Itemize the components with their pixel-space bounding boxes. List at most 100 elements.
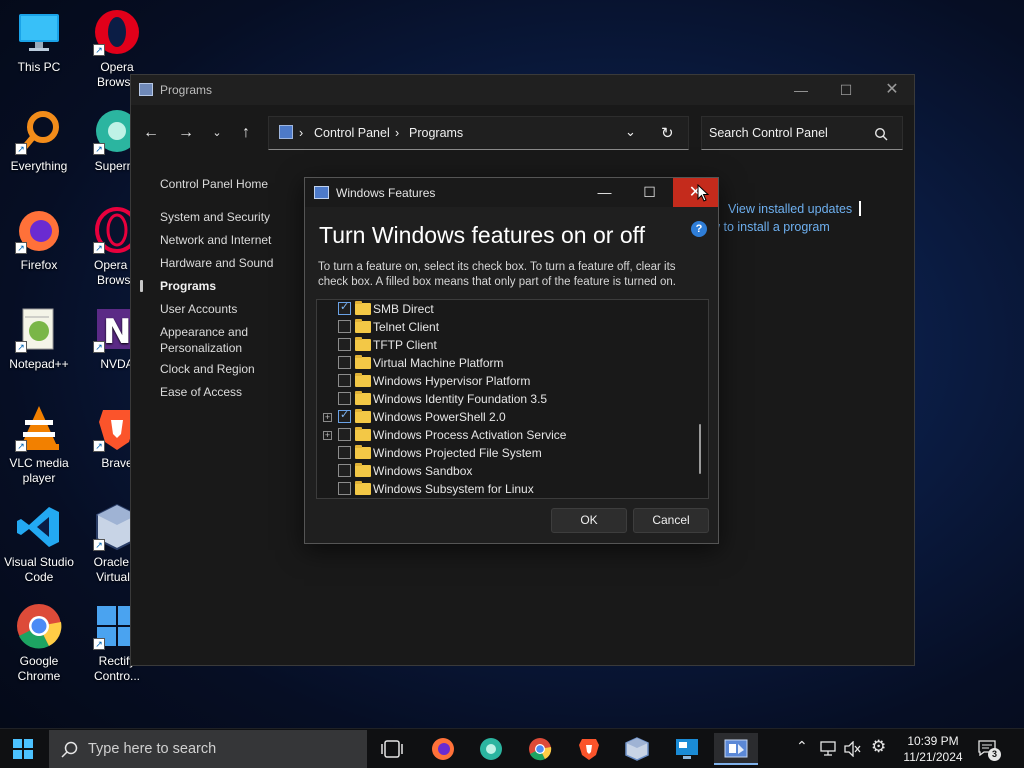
checkbox[interactable] (338, 408, 351, 423)
refresh-icon[interactable]: ↻ (661, 124, 674, 142)
volume-muted-icon[interactable] (844, 741, 862, 757)
dialog-heading: Turn Windows features on or off (319, 222, 645, 248)
ok-button[interactable]: OK (551, 508, 627, 533)
vscode-icon (15, 503, 63, 551)
maximize-button[interactable]: ☐ (823, 75, 869, 105)
sidebar-item-programs[interactable]: Programs (160, 278, 300, 294)
rdp-icon[interactable] (665, 733, 709, 765)
sidebar-item-ease-of-access[interactable]: Ease of Access (160, 384, 300, 400)
supermium-icon[interactable] (469, 733, 513, 765)
search-icon (874, 127, 888, 141)
desktop-icon-chrome[interactable]: Google Chrome (0, 602, 78, 684)
firefox-icon[interactable] (421, 733, 465, 765)
chrome-icon[interactable] (518, 733, 562, 765)
checkbox[interactable] (338, 338, 351, 351)
window-titlebar[interactable]: Programs — ☐ ✕ (131, 75, 914, 105)
search-placeholder: Search Control Panel (709, 126, 828, 140)
taskbar-search-placeholder: Type here to search (88, 741, 217, 757)
desktop-icon-vscode[interactable]: Visual Studio Code (0, 503, 78, 585)
taskbar-search-box[interactable]: Type here to search (49, 730, 367, 768)
mouse-pointer-icon (697, 184, 710, 202)
svg-text:N: N (103, 312, 131, 352)
feature-row[interactable]: Telnet Client (317, 318, 697, 336)
feature-row[interactable]: Windows Subsystem for Linux (317, 480, 697, 498)
checkbox[interactable] (338, 392, 351, 405)
shortcut-arrow-icon: ↗ (93, 242, 105, 254)
search-input[interactable]: Search Control Panel (701, 116, 903, 150)
checkbox[interactable] (338, 320, 351, 333)
forward-arrow-icon[interactable]: → (172, 119, 200, 147)
back-arrow-icon[interactable]: ← (137, 119, 165, 147)
sidebar-item-network-and-internet[interactable]: Network and Internet (160, 232, 300, 248)
task-view-icon[interactable] (370, 733, 414, 765)
feature-label: Windows Subsystem for Linux (373, 482, 534, 496)
shortcut-arrow-icon: ↗ (15, 341, 27, 353)
feature-row[interactable]: Windows Identity Foundation 3.5 (317, 390, 697, 408)
folder-icon (355, 337, 371, 351)
feature-row[interactable]: Windows Sandbox (317, 462, 697, 480)
vlc-icon: ↗ (15, 404, 63, 452)
dialog-titlebar[interactable]: Windows Features — ☐ ✕ (305, 178, 718, 207)
notification-count-badge: 3 (988, 748, 1001, 761)
brave-icon[interactable] (567, 733, 611, 765)
checkbox[interactable] (338, 356, 351, 369)
feature-label: Windows Identity Foundation 3.5 (373, 392, 548, 406)
notepadpp-icon: ↗ (15, 305, 63, 353)
breadcrumb-programs[interactable]: Programs (409, 126, 463, 140)
settings-gear-icon[interactable]: ⚙ (871, 737, 886, 757)
minimize-button[interactable]: — (778, 75, 824, 105)
sidebar-item-user-accounts[interactable]: User Accounts (160, 301, 300, 317)
install-program-link[interactable]: w to install a program (711, 220, 830, 234)
sidebar-item-system-and-security[interactable]: System and Security (160, 209, 300, 225)
close-button[interactable]: ✕ (869, 75, 915, 105)
checkbox[interactable] (338, 300, 351, 315)
navigation-bar: ← → ⌄ ↑ › Control Panel › Programs ⌄ ↻ S… (131, 105, 914, 163)
list-scrollbar[interactable] (699, 424, 701, 474)
clock[interactable]: 10:39 PM 11/21/2024 (896, 733, 970, 765)
expand-plus-icon[interactable]: + (323, 431, 332, 440)
sidebar-item-appearance[interactable]: Appearance and Personalization (160, 324, 300, 356)
checkbox[interactable] (338, 428, 351, 441)
desktop-icon-firefox[interactable]: ↗ Firefox (0, 206, 78, 273)
breadcrumb-control-panel[interactable]: Control Panel (314, 126, 390, 140)
chevron-down-icon[interactable]: ⌄ (625, 124, 636, 140)
feature-row[interactable]: Windows Hypervisor Platform (317, 372, 697, 390)
sidebar-item-clock-and-region[interactable]: Clock and Region (160, 361, 300, 377)
maximize-button[interactable]: ☐ (627, 178, 672, 207)
desktop-icon-everything[interactable]: ↗ Everything (0, 107, 78, 174)
close-button[interactable]: ✕ (673, 178, 718, 207)
control-panel-icon[interactable] (714, 733, 758, 765)
cancel-button[interactable]: Cancel (633, 508, 709, 533)
desktop-icon-notepadpp[interactable]: ↗ Notepad++ (0, 305, 78, 372)
shortcut-arrow-icon: ↗ (93, 341, 105, 353)
help-icon[interactable]: ? (691, 221, 707, 237)
feature-row[interactable]: Windows Projected File System (317, 444, 697, 462)
feature-row[interactable]: Virtual Machine Platform (317, 354, 697, 372)
virtualbox-icon[interactable] (615, 733, 659, 765)
feature-row[interactable]: + Windows Process Activation Service (317, 426, 697, 444)
feature-tree[interactable]: SMB Direct Telnet Client TFTP Client Vir… (316, 299, 709, 499)
windows-start-icon[interactable] (13, 739, 33, 759)
sidebar-item-control-panel-home[interactable]: Control Panel Home (160, 176, 300, 192)
desktop-icon-this-pc[interactable]: This PC (0, 8, 78, 75)
feature-row[interactable]: TFTP Client (317, 336, 697, 354)
checkbox[interactable] (338, 482, 351, 495)
address-bar[interactable]: › Control Panel › Programs ⌄ ↻ (268, 116, 689, 150)
desktop-icon-vlc[interactable]: ↗ VLC media player (0, 404, 78, 486)
view-installed-updates-link[interactable]: View installed updates (728, 202, 852, 216)
network-icon[interactable] (820, 741, 838, 757)
minimize-button[interactable]: — (582, 178, 627, 207)
up-arrow-icon[interactable]: ↑ (232, 119, 260, 147)
feature-row[interactable]: SMB Direct (317, 300, 697, 318)
feature-row[interactable]: + Windows PowerShell 2.0 (317, 408, 697, 426)
expand-plus-icon[interactable]: + (323, 413, 332, 422)
checkbox[interactable] (338, 374, 351, 387)
monitor-icon (15, 8, 63, 56)
sidebar-item-hardware-and-sound[interactable]: Hardware and Sound (160, 255, 300, 271)
breadcrumb-separator: › (299, 126, 304, 140)
recent-locations-chevron-icon[interactable]: ⌄ (203, 119, 231, 147)
checkbox[interactable] (338, 464, 351, 477)
show-hidden-icons-chevron-icon[interactable]: ⌃ (796, 738, 808, 755)
checkbox[interactable] (338, 446, 351, 459)
notifications-icon[interactable]: 3 (978, 739, 1001, 761)
